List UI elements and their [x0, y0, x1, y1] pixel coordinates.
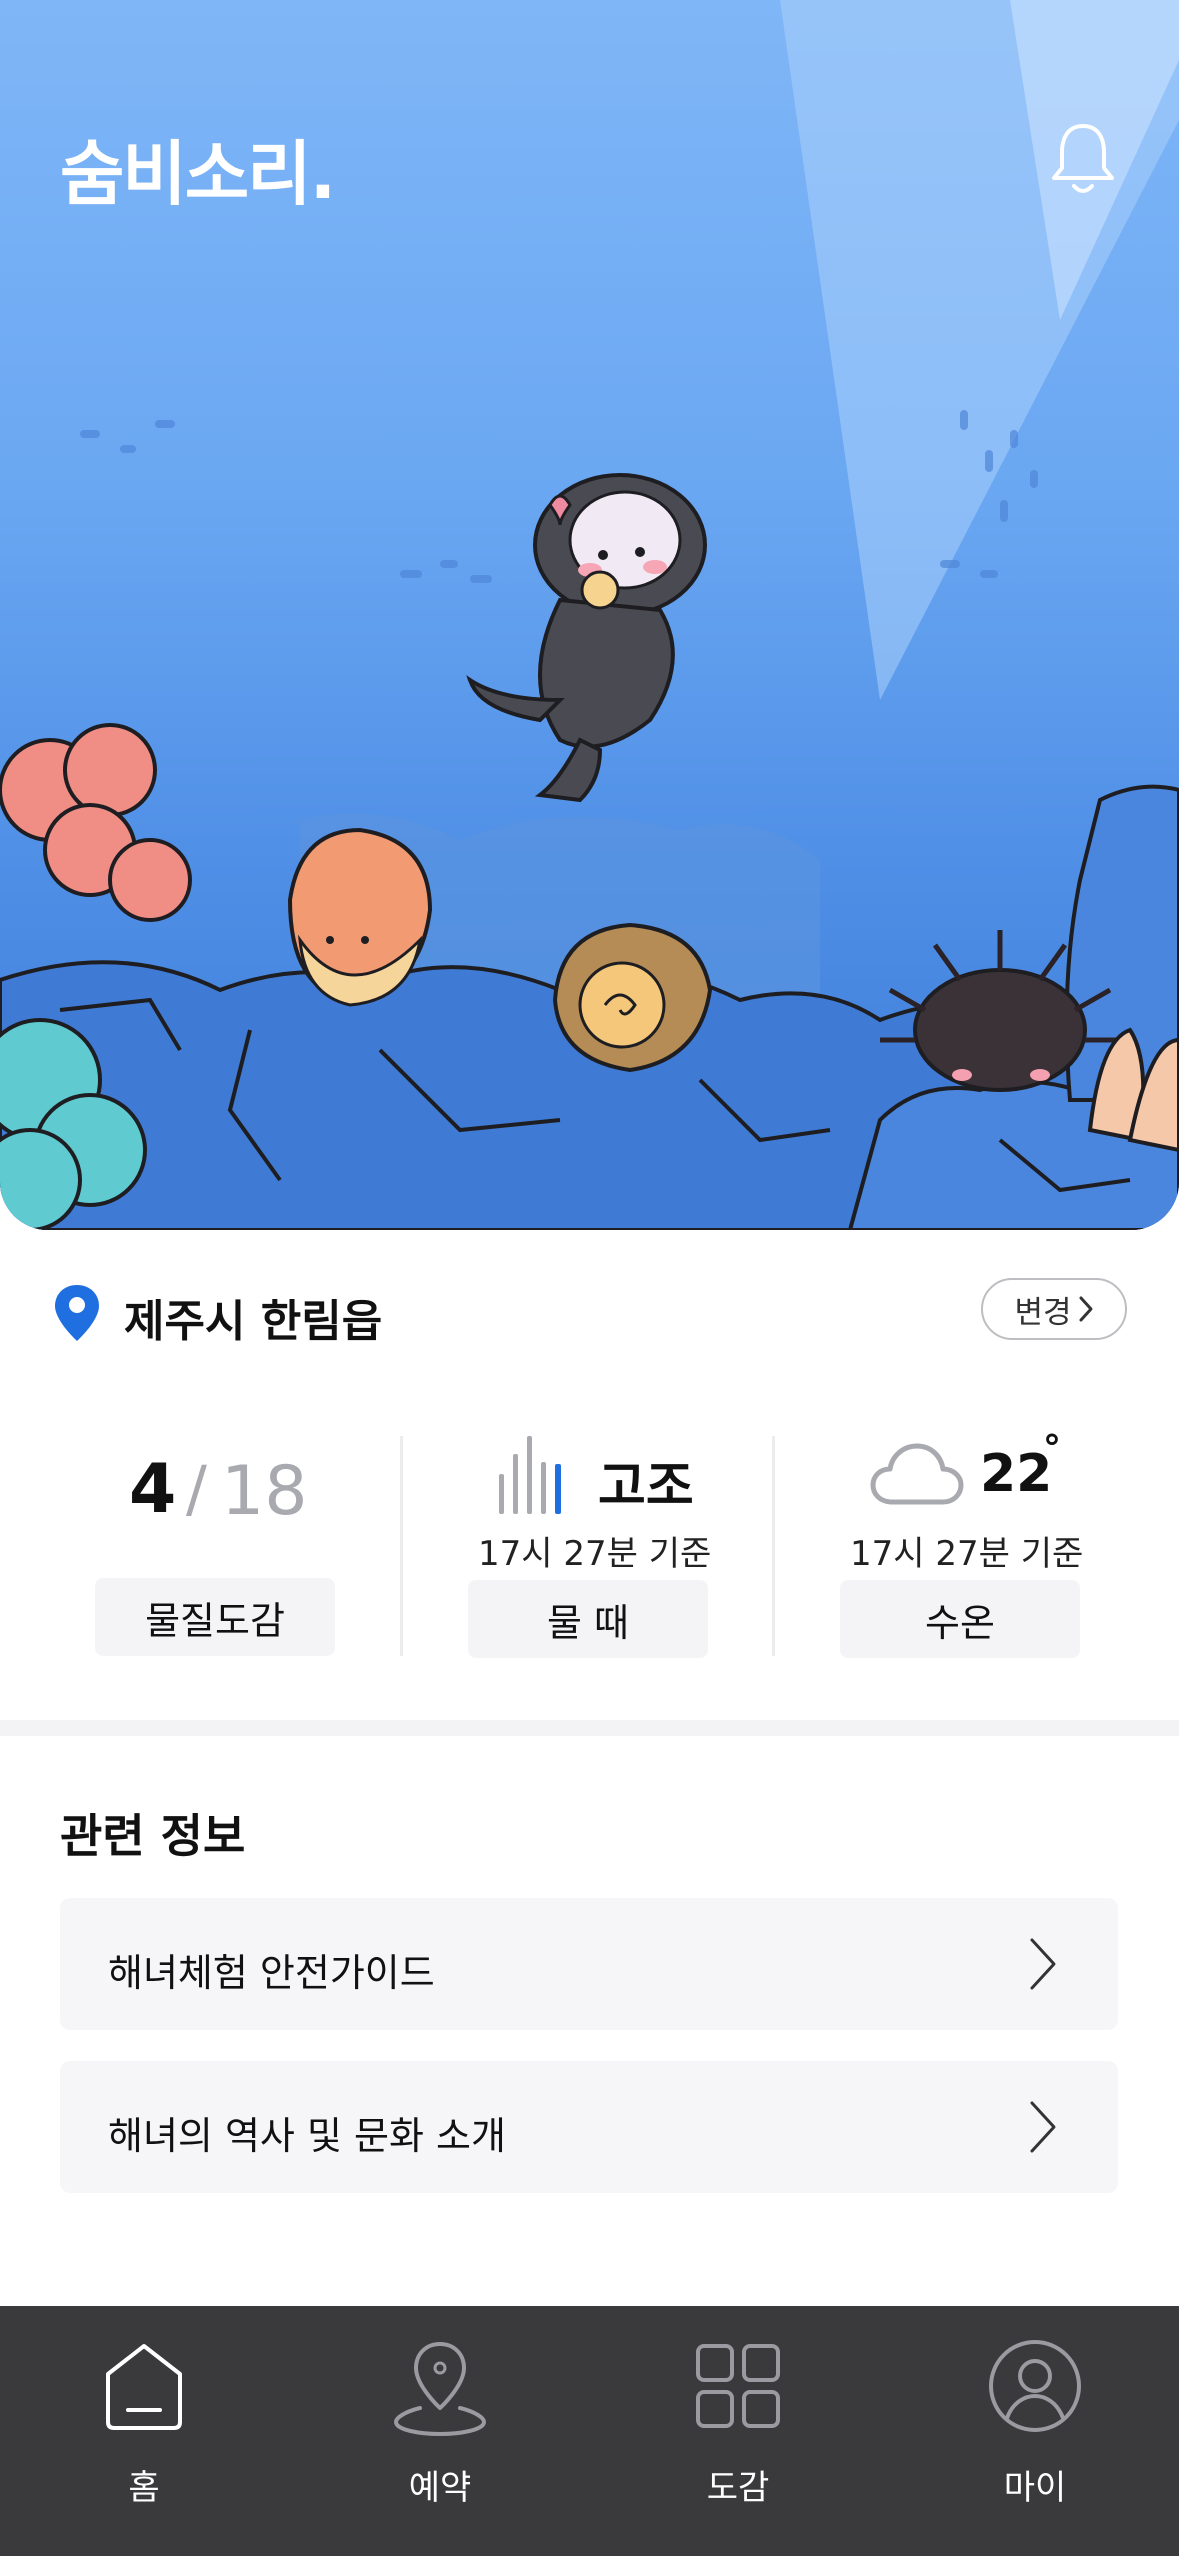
water-temp-stat[interactable]: 22 ° 17시 27분 기준 수온	[775, 1420, 1147, 1670]
tide-stat[interactable]: 고조 17시 27분 기준 물 때	[403, 1420, 775, 1670]
home-icon	[106, 2344, 182, 2430]
location-row: 제주시 한림읍 변경	[0, 1230, 1179, 1390]
profile-icon	[989, 2340, 1081, 2432]
tab-label: 예약	[408, 2468, 472, 2508]
hero-illustration: 숨비소리.	[0, 0, 1179, 1230]
stats-panel: 4 / 18 물질도감 고조 17시 27분 기준 물 때 22 ° 17시 2…	[0, 1420, 1179, 1670]
diver-character	[466, 473, 707, 803]
tab-home[interactable]: 홈	[44, 2336, 244, 2516]
tab-my[interactable]: 마이	[935, 2336, 1135, 2516]
water-temp-unit: °	[1043, 1428, 1061, 1469]
info-item-label: 해녀의 역사 및 문화 소개	[108, 2114, 506, 2158]
bell-icon[interactable]	[1048, 118, 1118, 198]
collection-stat[interactable]: 4 / 18 물질도감	[31, 1420, 403, 1670]
app-logo: 숨비소리.	[60, 133, 336, 215]
tide-label: 물 때	[468, 1580, 708, 1658]
location-pin-icon	[52, 1283, 102, 1343]
water-temp-label: 수온	[840, 1580, 1080, 1658]
map-pin-icon	[393, 2342, 487, 2436]
change-location-label: 변경	[1014, 1294, 1072, 1331]
tab-label: 홈	[128, 2468, 160, 2508]
change-location-button[interactable]: 변경	[981, 1278, 1127, 1340]
info-item-history-culture[interactable]: 해녀의 역사 및 문화 소개	[60, 2061, 1118, 2193]
tab-collection[interactable]: 도감	[638, 2336, 838, 2516]
info-item-label: 해녀체험 안전가이드	[108, 1951, 435, 1995]
chevron-right-icon	[1079, 1296, 1093, 1322]
chevron-right-icon	[1030, 1938, 1056, 1990]
tide-level-icon	[499, 1436, 561, 1514]
tab-reservation[interactable]: 예약	[340, 2336, 540, 2516]
collection-count: 4	[129, 1450, 177, 1529]
water-temp-time: 17시 27분 기준	[850, 1534, 1084, 1574]
info-item-safety-guide[interactable]: 해녀체험 안전가이드	[60, 1898, 1118, 2030]
collection-total: 18	[221, 1452, 308, 1531]
bottom-tab-bar: 홈 예약 도감 마이	[0, 2306, 1179, 2556]
chevron-right-icon	[1030, 2101, 1056, 2153]
water-temp-value: 22	[980, 1444, 1053, 1504]
tide-time: 17시 27분 기준	[478, 1534, 712, 1574]
tide-value: 고조	[598, 1457, 694, 1517]
tab-label: 도감	[706, 2468, 770, 2508]
section-divider	[0, 1720, 1179, 1736]
pink-coral	[0, 723, 192, 922]
grid-icon	[696, 2344, 780, 2428]
collection-separator: /	[186, 1452, 207, 1525]
tab-label: 마이	[1003, 2468, 1067, 2508]
location-name: 제주시 한림읍	[124, 1296, 383, 1347]
collection-label: 물질도감	[95, 1578, 335, 1656]
related-info-title: 관련 정보	[60, 1809, 246, 1863]
cloud-icon	[870, 1443, 964, 1505]
